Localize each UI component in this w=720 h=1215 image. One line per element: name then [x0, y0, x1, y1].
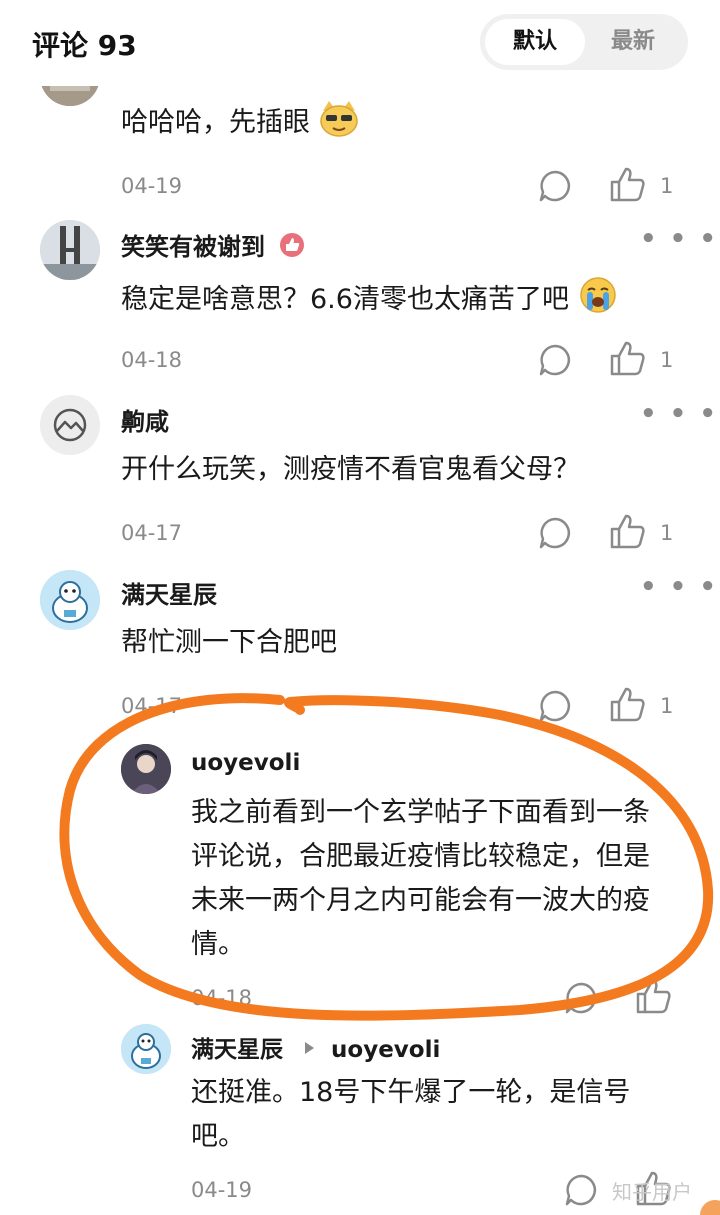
reply-date: 04-18: [191, 986, 253, 1010]
reply-text-line: 吧。: [191, 1121, 245, 1152]
reply-text: 还挺准。18号下午爆了一轮，是信号 吧。: [191, 1072, 671, 1160]
avatar[interactable]: [40, 570, 100, 630]
comment-item: 满天星辰 • • • 帮忙测一下合肥吧 04-17 1: [0, 568, 720, 738]
reply-icon[interactable]: [537, 168, 573, 208]
reply-author[interactable]: uoyevoli: [191, 750, 300, 776]
reply-item: uoyevoli 我之前看到一个玄学帖子下面看到一条 评论说，合肥最近疫情比较稳…: [0, 742, 720, 1014]
like-icon[interactable]: [634, 978, 672, 1020]
comment-item: 笑笑有被谢到 • • • 稳定是啥意思？6.6清零也太痛苦了吧 04-18 1: [0, 220, 720, 395]
more-options-icon[interactable]: • • •: [640, 399, 718, 429]
reply-text-line: 我之前看到一个玄学帖子下面看到一条: [191, 797, 650, 828]
reply-author[interactable]: 满天星辰 uoyevoli: [191, 1030, 440, 1064]
avatar[interactable]: [121, 744, 171, 794]
reply-icon[interactable]: [563, 980, 599, 1020]
comment-date: 04-19: [121, 174, 183, 198]
reply-text-line: 评论说，合肥最近疫情比较稳定，但是: [191, 841, 650, 872]
like-icon[interactable]: [608, 686, 646, 728]
watermark: 知乎用户: [612, 1180, 692, 1204]
like-count: 1: [660, 174, 674, 198]
like-icon[interactable]: [608, 340, 646, 382]
sort-latest-button[interactable]: 最新: [583, 19, 683, 65]
reply-icon[interactable]: [537, 342, 573, 382]
comment-date: 04-17: [121, 521, 183, 545]
reply-text-line: 情。: [191, 929, 245, 960]
comment-text: 哈哈哈，先插眼: [121, 101, 359, 150]
avatar[interactable]: [121, 1024, 171, 1074]
comment-text: 开什么玩笑，测疫情不看官鬼看父母？: [121, 454, 580, 485]
reply-text-line: 未来一两个月之内可能会有一波大的疫: [191, 885, 650, 916]
comment-date: 04-17: [121, 694, 183, 718]
like-count: 1: [660, 521, 674, 545]
like-icon[interactable]: [608, 513, 646, 555]
reply-icon[interactable]: [537, 515, 573, 555]
sort-default-button[interactable]: 默认: [485, 19, 585, 65]
like-count: 1: [660, 694, 674, 718]
like-count: 1: [660, 348, 674, 372]
comments-header: 评论 93 默认 最新: [0, 0, 720, 86]
more-options-icon[interactable]: • • •: [640, 224, 718, 254]
comment-text: 稳定是啥意思？6.6清零也太痛苦了吧: [121, 276, 618, 327]
comment-item: 齁咸 • • • 开什么玩笑，测疫情不看官鬼看父母？ 04-17 1: [0, 395, 720, 565]
reply-to-user[interactable]: uoyevoli: [331, 1037, 440, 1063]
sort-toggle[interactable]: 默认 最新: [480, 14, 688, 70]
reply-date: 04-19: [191, 1178, 253, 1202]
thumb-badge-icon: [279, 232, 305, 264]
comment-text: 帮忙测一下合肥吧: [121, 627, 337, 658]
comment-author[interactable]: 满天星辰: [121, 575, 217, 610]
like-icon[interactable]: [608, 166, 646, 208]
comment-author[interactable]: 笑笑有被谢到: [121, 227, 305, 264]
comment-date: 04-18: [121, 348, 183, 372]
avatar[interactable]: [40, 220, 100, 280]
reply-text-line: 还挺准。18号下午爆了一轮，是信号: [191, 1077, 631, 1108]
crying-face-emoji: [578, 276, 618, 327]
reply-icon[interactable]: [563, 1172, 599, 1212]
more-options-icon[interactable]: • • •: [640, 572, 718, 602]
cat-face-emoji: [319, 101, 359, 150]
reply-icon[interactable]: [537, 688, 573, 728]
comments-title: 评论 93: [32, 29, 137, 62]
avatar[interactable]: [40, 395, 100, 455]
comment-author[interactable]: 齁咸: [121, 402, 169, 437]
reply-text: 我之前看到一个玄学帖子下面看到一条 评论说，合肥最近疫情比较稳定，但是 未来一两…: [191, 792, 671, 968]
reply-arrow-icon: [303, 1035, 315, 1061]
